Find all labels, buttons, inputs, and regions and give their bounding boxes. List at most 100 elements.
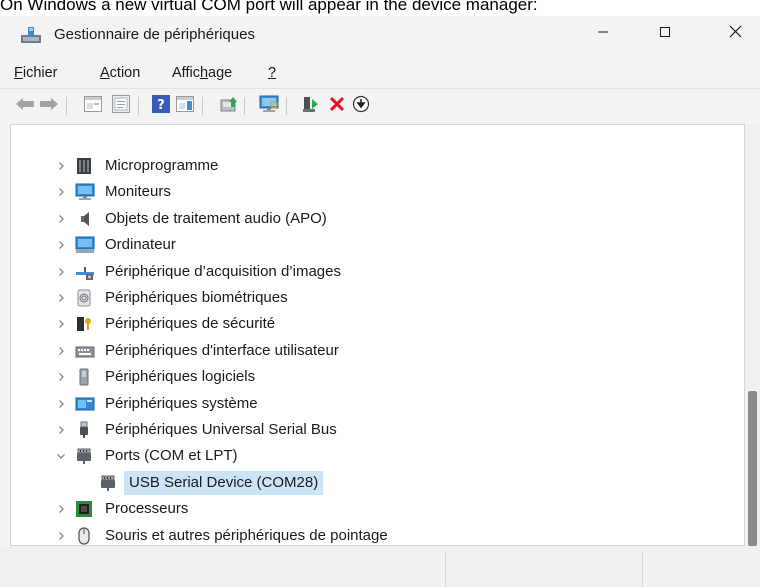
chevron-right-icon[interactable] <box>54 497 68 521</box>
status-bar <box>0 546 760 587</box>
close-icon <box>729 25 742 43</box>
chevron-right-icon[interactable] <box>54 286 68 310</box>
scan-hardware-icon <box>259 95 279 118</box>
forward-arrow-icon <box>39 97 59 116</box>
uninstall-device-icon <box>329 96 345 117</box>
properties-pane-icon <box>84 95 102 117</box>
menu-help-label: ? <box>268 65 277 81</box>
chevron-right-icon[interactable] <box>54 260 68 284</box>
tree-item-label: Périphériques d'interface utilisateur <box>105 341 339 359</box>
camera-icon <box>75 263 95 281</box>
tree-category-item[interactable]: Périphérique d’acquisition d’images <box>11 260 731 284</box>
tree-category-item[interactable]: Ports (COM et LPT) <box>11 444 731 468</box>
chevron-right-icon[interactable] <box>54 180 68 204</box>
device-manager-icon <box>20 25 42 45</box>
software-device-icon <box>75 368 95 386</box>
tree-item-label: Souris et autres périphériques de pointa… <box>105 526 388 544</box>
maximize-icon <box>659 25 671 43</box>
close-button[interactable] <box>707 16 760 52</box>
tree-category-item[interactable]: Souris et autres périphériques de pointa… <box>11 524 731 545</box>
tree-item-label: Processeurs <box>105 500 189 518</box>
scrollbar-thumb[interactable] <box>748 391 757 546</box>
chevron-right-icon[interactable] <box>54 418 68 442</box>
menu-affichage-label-b: age <box>208 65 233 81</box>
toolbar: ? <box>0 88 760 123</box>
toolbar-separator <box>286 97 287 115</box>
toolbar-separator <box>138 97 139 115</box>
port-icon <box>99 474 119 492</box>
tree-category-item[interactable]: Microprogramme <box>11 154 731 178</box>
action-pane-icon <box>176 95 194 117</box>
uninstall-device-button[interactable] <box>326 95 348 117</box>
minimize-button[interactable] <box>575 16 631 52</box>
download-driver-button[interactable] <box>350 95 372 117</box>
enable-device-button[interactable] <box>300 95 322 117</box>
tree-item-label: Moniteurs <box>105 183 171 201</box>
chevron-right-icon[interactable] <box>54 524 68 545</box>
device-tree[interactable]: Microprogramme Moniteurs Objets de traitem… <box>10 124 745 546</box>
help-button[interactable]: ? <box>150 94 172 117</box>
usb-icon <box>75 421 95 439</box>
chevron-right-icon[interactable] <box>54 339 68 363</box>
tree-category-item[interactable]: Périphériques d'interface utilisateur <box>11 339 731 363</box>
chevron-right-icon[interactable] <box>54 207 68 231</box>
tree-category-item[interactable]: Objets de traitement audio (APO) <box>11 207 731 231</box>
chevron-right-icon[interactable] <box>54 154 68 178</box>
update-driver-button[interactable] <box>218 95 240 117</box>
scan-hardware-button[interactable] <box>258 95 280 117</box>
update-driver-icon <box>220 95 238 118</box>
tree-category-item[interactable]: Périphériques Universal Serial Bus <box>11 418 731 442</box>
toolbar-separator <box>202 97 203 115</box>
tree-category-item[interactable]: Périphériques biométriques <box>11 286 731 310</box>
tree-device-item[interactable]: USB Serial Device (COM28) <box>11 470 731 495</box>
menu-fichier-accel: F <box>14 65 23 81</box>
action-pane-button[interactable] <box>174 95 196 117</box>
menu-help[interactable]: ? <box>268 63 276 83</box>
menu-fichier-label: ichier <box>22 65 58 81</box>
forward-button[interactable] <box>38 95 60 117</box>
tree-category-item[interactable]: Périphériques logiciels <box>11 365 731 389</box>
menu-affichage-label-a: Affic <box>172 65 200 81</box>
firmware-icon <box>75 157 95 175</box>
tree-item-label: Périphériques de sécurité <box>105 315 276 333</box>
tree-category-item[interactable]: Périphériques de sécurité <box>11 312 731 336</box>
chevron-right-icon[interactable] <box>54 312 68 336</box>
menu-action[interactable]: Action <box>100 63 140 83</box>
menu-fichier[interactable]: Fichier <box>14 63 58 83</box>
tree-category-item[interactable]: Processeurs <box>11 497 731 521</box>
tree-item-label: Ports (COM et LPT) <box>105 447 238 465</box>
menu-affichage-accel: h <box>199 65 209 81</box>
tree-item-label: Périphériques biométriques <box>105 289 288 306</box>
port-icon <box>75 447 95 465</box>
tree-item-label: Périphérique d’acquisition d’images <box>105 262 341 280</box>
chevron-right-icon[interactable] <box>54 365 68 389</box>
properties-pane-button[interactable] <box>82 95 104 117</box>
status-separator <box>642 552 643 587</box>
vertical-scrollbar[interactable] <box>745 124 760 546</box>
chevron-down-icon[interactable] <box>54 444 68 468</box>
download-driver-icon <box>352 95 370 118</box>
window-title: Gestionnaire de périphériques <box>54 26 255 43</box>
chevron-right-icon[interactable] <box>54 392 68 416</box>
speaker-icon <box>75 210 95 228</box>
menu-affichage[interactable]: Affichage <box>172 63 232 83</box>
console-tree-button[interactable] <box>110 94 132 118</box>
fingerprint-icon <box>75 289 95 307</box>
maximize-button[interactable] <box>637 16 693 52</box>
svg-text:?: ? <box>157 98 165 113</box>
tree-category-item[interactable]: Moniteurs <box>11 180 731 204</box>
system-device-icon <box>75 395 95 413</box>
tree-category-item[interactable]: Périphériques système <box>11 392 731 416</box>
tree-item-label: Microprogramme <box>105 157 219 174</box>
menu-action-accel: A <box>100 65 110 81</box>
chevron-right-icon[interactable] <box>54 233 68 257</box>
device-manager-window: Gestionnaire de périphériques Fichier Ac… <box>0 16 760 587</box>
tree-category-item[interactable]: Ordinateur <box>11 233 731 257</box>
minimize-icon <box>597 25 609 43</box>
tree-item-label: Périphériques Universal Serial Bus <box>105 421 337 438</box>
tree-item-label: USB Serial Device (COM28) <box>124 470 324 495</box>
title-bar: Gestionnaire de périphériques <box>0 16 760 54</box>
back-button[interactable] <box>14 95 36 117</box>
back-arrow-icon <box>15 97 35 116</box>
console-tree-icon <box>112 94 130 118</box>
